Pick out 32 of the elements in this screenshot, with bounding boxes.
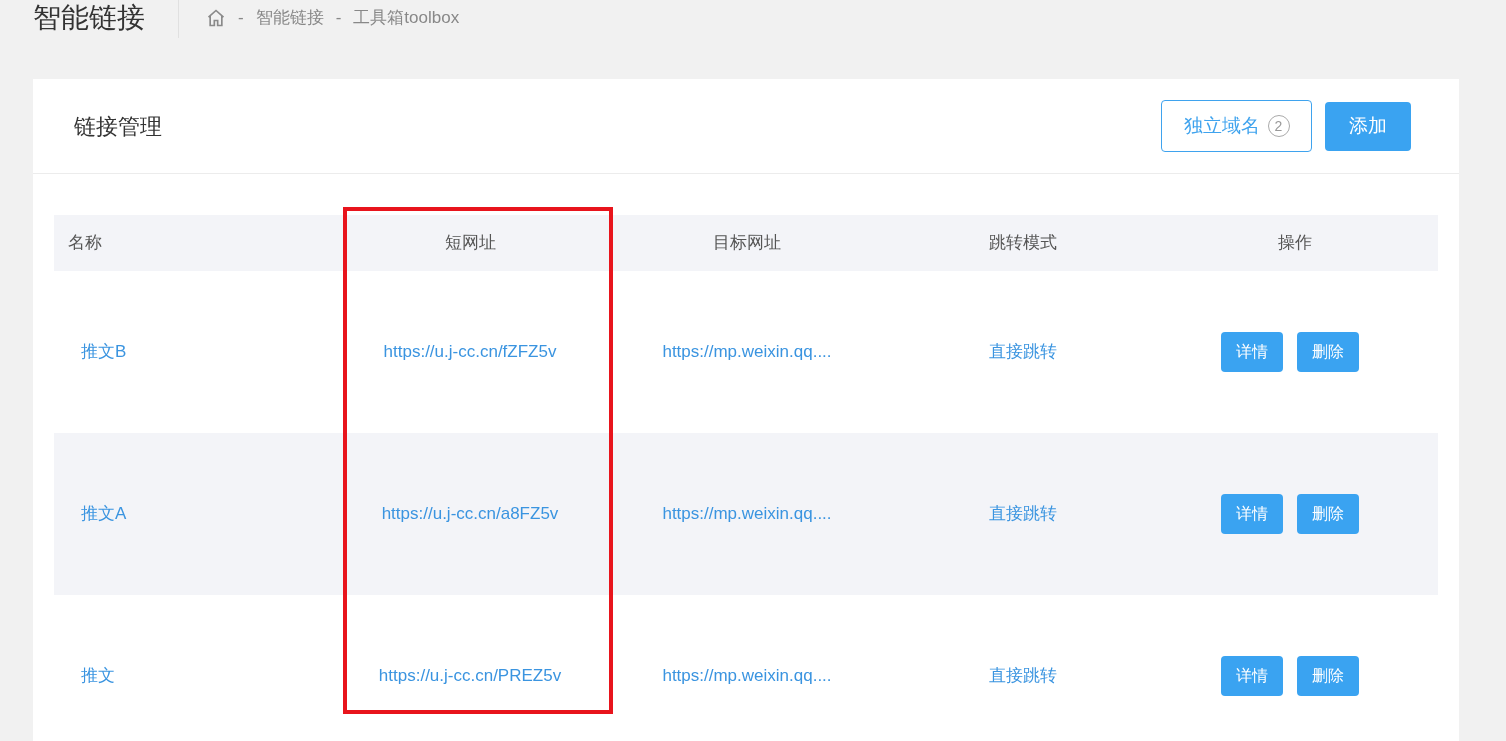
delete-button[interactable]: 删除: [1297, 656, 1359, 696]
column-header: 目标网址: [713, 233, 781, 253]
short-url-link[interactable]: https://u.j-cc.cn/PREZ5v: [378, 666, 562, 686]
redirect-mode-link[interactable]: 直接跳转: [989, 666, 1057, 686]
add-button[interactable]: 添加: [1325, 101, 1411, 151]
short-url-link[interactable]: https://u.j-cc.cn/a8FZ5v: [381, 504, 559, 524]
breadcrumb-separator: -: [334, 7, 343, 30]
link-name[interactable]: 推文: [81, 666, 115, 686]
breadcrumb-link[interactable]: 工具箱toolbox: [353, 5, 460, 31]
detail-button[interactable]: 详情: [1221, 656, 1283, 696]
link-name[interactable]: 推文B: [81, 342, 127, 362]
column-header: 操作: [1278, 233, 1312, 253]
home-icon[interactable]: [206, 8, 226, 28]
target-url-link[interactable]: https://mp.weixin.qq....: [662, 342, 832, 362]
target-url-link[interactable]: https://mp.weixin.qq....: [662, 666, 832, 686]
breadcrumb-link[interactable]: 智能链接: [255, 5, 324, 31]
delete-button[interactable]: 删除: [1297, 494, 1359, 534]
domain-button[interactable]: 独立域名 2: [1161, 100, 1312, 152]
column-header: 短网址: [444, 233, 496, 253]
redirect-mode-link[interactable]: 直接跳转: [989, 504, 1057, 524]
short-url-link[interactable]: https://u.j-cc.cn/fZFZ5v: [383, 342, 557, 362]
card-title: 链接管理: [74, 112, 162, 141]
detail-button[interactable]: 详情: [1221, 494, 1283, 534]
delete-button[interactable]: 删除: [1297, 332, 1359, 372]
link-name[interactable]: 推文A: [81, 504, 127, 524]
column-header: 名称: [68, 233, 102, 253]
breadcrumb-separator: -: [237, 7, 245, 30]
detail-button[interactable]: 详情: [1221, 332, 1283, 372]
redirect-mode-link[interactable]: 直接跳转: [989, 342, 1057, 362]
target-url-link[interactable]: https://mp.weixin.qq....: [662, 504, 832, 524]
page-title: 智能链接: [0, 0, 179, 38]
column-header: 跳转模式: [989, 233, 1057, 253]
